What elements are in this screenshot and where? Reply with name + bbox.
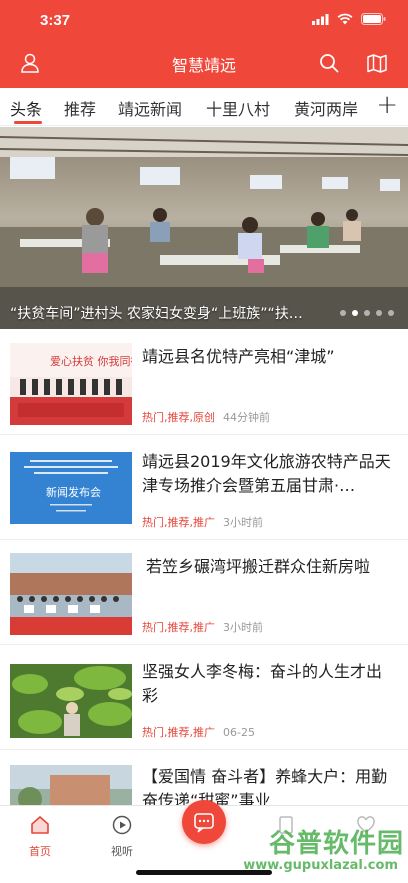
status-time: 3:37 xyxy=(40,12,71,29)
watermark-url: www.gupuxlazal.com xyxy=(243,858,398,873)
news-meta: 热门,推荐,推广 3小时前 xyxy=(142,619,263,635)
tab-recommended[interactable]: 推荐 xyxy=(64,96,96,120)
news-meta: 热门,推荐,推广 3小时前 xyxy=(142,514,263,530)
news-thumbnail xyxy=(10,664,132,738)
news-item[interactable]: 爱心扶贫 你我同行 靖远县名优特产亮相“津城” 热门,推荐,原创 44分钟前 xyxy=(0,331,408,435)
app-header: 3:37 智慧靖远 xyxy=(0,0,408,88)
news-meta: 热门,推荐,原创 44分钟前 xyxy=(142,409,270,425)
news-thumbnail: 爱心扶贫 你我同行 xyxy=(10,343,132,425)
news-thumbnail xyxy=(10,553,132,635)
wifi-icon xyxy=(337,13,353,25)
map-icon[interactable] xyxy=(366,52,388,74)
carousel-dots xyxy=(340,310,394,316)
carousel-dot[interactable] xyxy=(340,310,346,316)
carousel-dot[interactable] xyxy=(364,310,370,316)
news-tags: 热门,推荐,推广 xyxy=(142,621,215,634)
tab-home-label: 首页 xyxy=(29,845,51,858)
battery-icon xyxy=(361,13,386,25)
watermark-logo: 谷普软件园 xyxy=(268,829,404,859)
news-time: 44分钟前 xyxy=(223,411,270,424)
news-item[interactable]: 坚强女人李冬梅：奋斗的人生才出彩 热门,推荐,推广 06-25 xyxy=(0,646,408,750)
news-thumbnail: 新闻发布会 xyxy=(10,452,132,524)
search-icon[interactable] xyxy=(318,52,340,74)
tab-villages[interactable]: 十里八村 xyxy=(206,96,270,120)
banner-image xyxy=(0,127,408,329)
news-tags: 热门,推荐,推广 xyxy=(142,516,215,529)
tab-video-label: 视听 xyxy=(111,845,133,858)
carousel-dot-active[interactable] xyxy=(352,310,358,316)
tab-home[interactable]: 首页 xyxy=(10,814,70,859)
news-meta: 热门,推荐,推广 06-25 xyxy=(142,724,255,740)
tab-headlines[interactable]: 头条 xyxy=(10,96,42,120)
news-title: 靖远县名优特产亮相“津城” xyxy=(142,347,335,366)
signal-icon xyxy=(312,13,329,25)
banner-caption: “扶贫车间”进村头 农家妇女变身“上班族”“扶… xyxy=(10,306,303,322)
thumb-heading-text: 新闻发布会 xyxy=(46,485,101,499)
carousel-dot[interactable] xyxy=(376,310,382,316)
carousel-dot[interactable] xyxy=(388,310,394,316)
news-title: 若笠乡碾湾坪搬迁群众住新房啦 xyxy=(146,557,371,576)
message-icon xyxy=(194,813,214,833)
tab-jingyuan-news[interactable]: 靖远新闻 xyxy=(118,96,182,120)
category-tabs: 头条 推荐 靖远新闻 十里八村 黄河两岸 + xyxy=(0,88,408,126)
home-icon xyxy=(31,816,49,834)
tab-center-button[interactable] xyxy=(182,800,226,844)
news-title: 靖远县2019年文化旅游农特产品天津专场推介会暨第五届甘肃·… xyxy=(142,452,391,495)
thumb-banner-text: 爱心扶贫 你我同行 xyxy=(50,354,132,368)
news-title: 坚强女人李冬梅：奋斗的人生才出彩 xyxy=(142,662,383,705)
add-tab-button[interactable]: + xyxy=(376,90,398,120)
status-icons xyxy=(312,13,386,25)
news-tags: 热门,推荐,原创 xyxy=(142,411,215,424)
news-tags: 热门,推荐,推广 xyxy=(142,726,215,739)
news-item[interactable]: 新闻发布会 靖远县2019年文化旅游农特产品天津专场推介会暨第五届甘肃·… 热门… xyxy=(0,436,408,540)
news-time: 3小时前 xyxy=(223,621,263,634)
news-item[interactable]: 若笠乡碾湾坪搬迁群众住新房啦 热门,推荐,推广 3小时前 xyxy=(0,541,408,645)
play-icon xyxy=(112,815,132,835)
banner-carousel[interactable]: “扶贫车间”进村头 农家妇女变身“上班族”“扶… xyxy=(0,127,408,329)
active-tab-indicator xyxy=(14,121,42,124)
news-time: 3小时前 xyxy=(223,516,263,529)
tab-yellow-river[interactable]: 黄河两岸 xyxy=(294,96,358,120)
tab-video[interactable]: 视听 xyxy=(92,814,152,859)
news-time: 06-25 xyxy=(223,726,255,739)
app-title: 智慧靖远 xyxy=(171,56,236,75)
